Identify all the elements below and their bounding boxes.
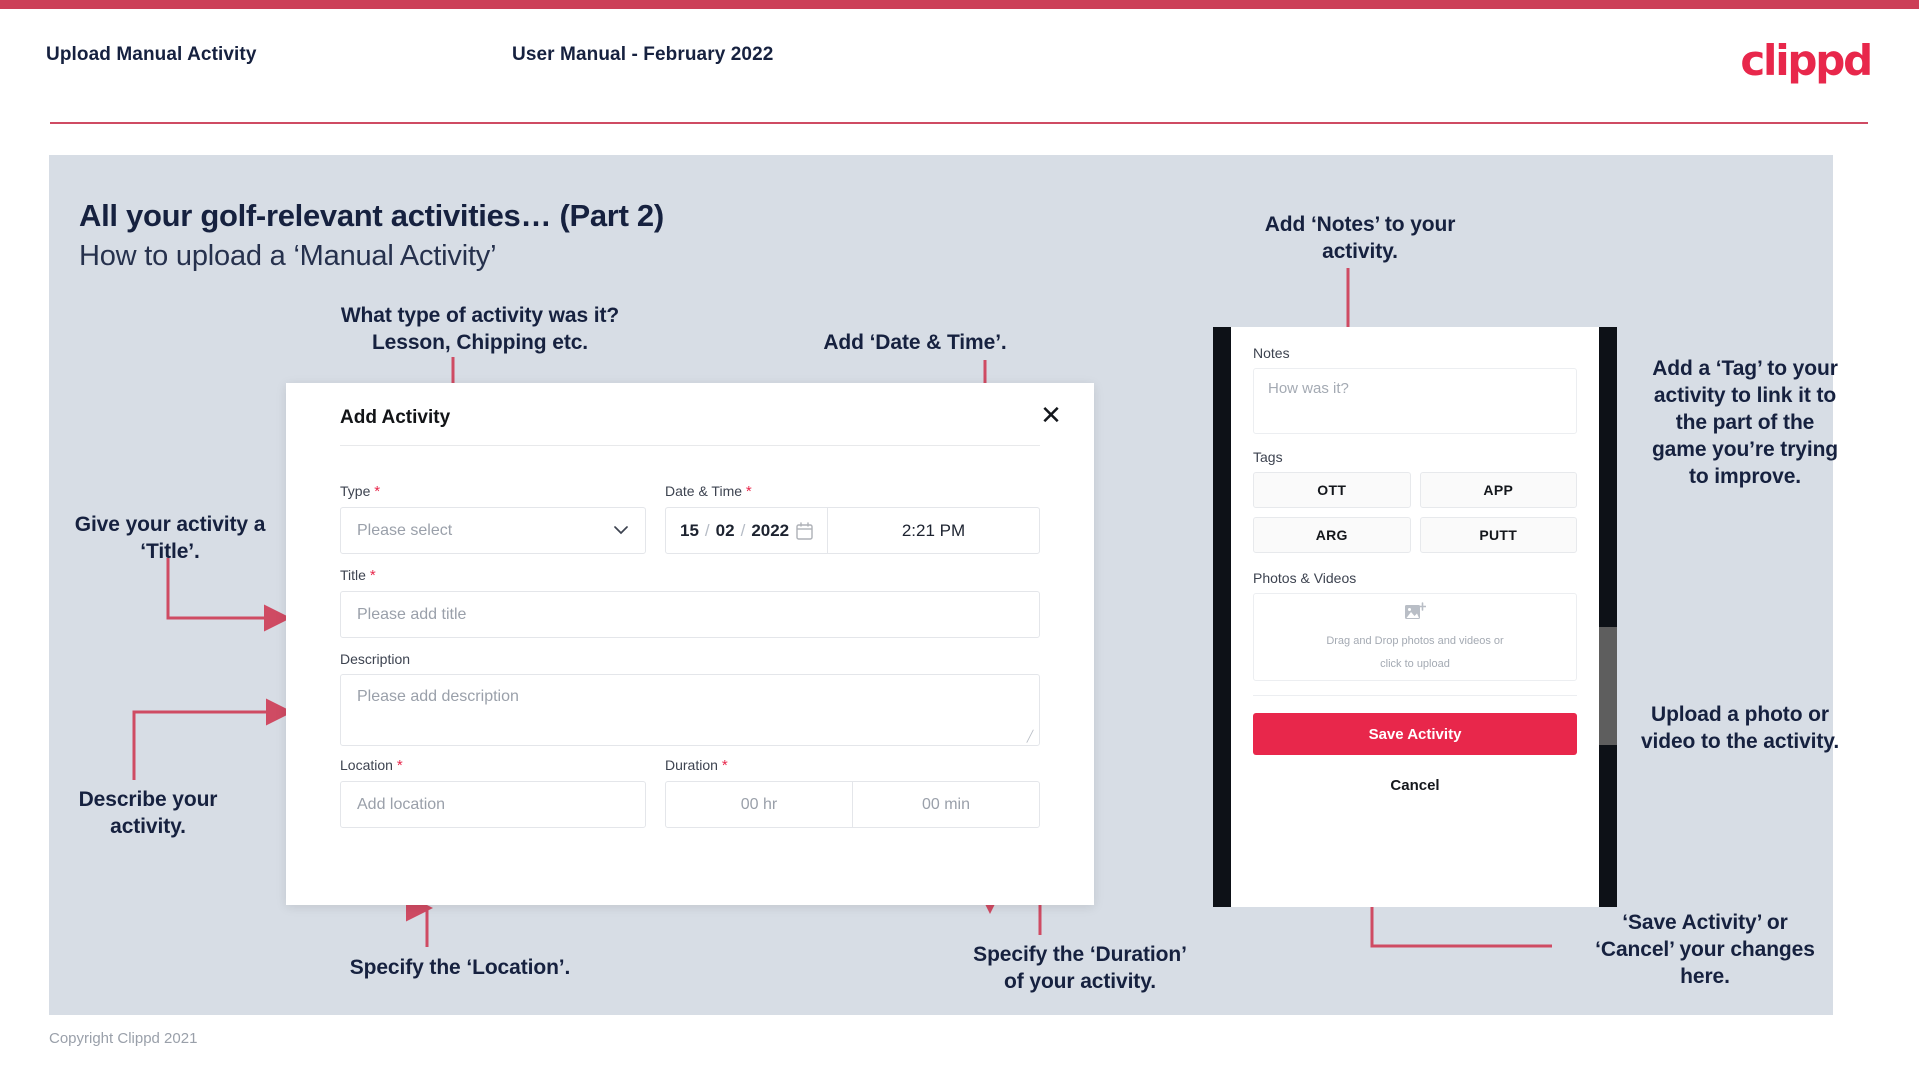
calendar-icon[interactable]	[796, 521, 813, 540]
phone-left-bezel	[1213, 327, 1231, 907]
dialog-title: Add Activity	[340, 407, 451, 428]
type-select[interactable]: Please select	[340, 507, 646, 554]
duration-minutes-input[interactable]: 00 min	[853, 782, 1039, 827]
duration-hours-input[interactable]: 00 hr	[666, 782, 853, 827]
annotation-duration: Specify the ‘Duration’ of your activity.	[973, 943, 1187, 993]
field-datetime: Date & Time * 15 / 02 / 2022 2:21 PM	[665, 483, 1040, 554]
annotation-tags: Add a ‘Tag’ to your activity to link it …	[1651, 357, 1839, 488]
required-marker: *	[721, 757, 728, 774]
required-marker: *	[396, 757, 403, 774]
clippd-logo: clippd	[1740, 36, 1873, 85]
annotation-notes: Add ‘Notes’ to your activity.	[1264, 213, 1456, 263]
phone-right-bezel	[1599, 327, 1617, 907]
slide-page: Upload Manual Activity User Manual - Feb…	[0, 0, 1919, 1079]
field-type-label: Type *	[340, 483, 381, 500]
dialog-header-divider	[340, 445, 1040, 446]
annotation-type: What type of activity was it? Lesson, Ch…	[340, 304, 620, 354]
save-activity-button[interactable]: Save Activity	[1253, 713, 1577, 755]
field-datetime-label: Date & Time *	[665, 483, 752, 500]
type-select-value: Please select	[357, 521, 453, 539]
field-location-label: Location *	[340, 757, 403, 774]
phone-volume-button	[1599, 627, 1617, 745]
page-title: All your golf-relevant activities… (Part…	[79, 198, 664, 233]
close-icon[interactable]: ✕	[1034, 399, 1068, 433]
datetime-group: 15 / 02 / 2022 2:21 PM	[665, 507, 1040, 554]
duration-group: 00 hr 00 min	[665, 781, 1040, 828]
header-left-title: Upload Manual Activity	[46, 44, 257, 65]
field-location: Location * Add location	[340, 757, 646, 828]
photos-videos-label: Photos & Videos	[1253, 570, 1357, 586]
tag-ott-button[interactable]: OTT	[1253, 472, 1411, 508]
date-month: 02	[715, 520, 735, 540]
dropzone-text-line1: Drag and Drop photos and videos or	[1326, 634, 1504, 647]
field-description-label: Description	[340, 651, 411, 667]
annotation-description: Describe your activity.	[78, 788, 218, 838]
annotation-location: Specify the ‘Location’.	[349, 956, 571, 979]
photo-upload-dropzone[interactable]: Drag and Drop photos and videos or click…	[1253, 593, 1577, 681]
annotation-title-field: Give your activity a ‘Title’.	[74, 513, 266, 563]
field-title: Title * Please add title	[340, 567, 1040, 638]
add-image-icon	[1404, 601, 1427, 627]
add-activity-dialog: Add Activity ✕ Type * Please select Date…	[286, 383, 1094, 905]
resize-handle-icon[interactable]: ╱	[1024, 731, 1036, 743]
phone-screen: Notes How was it? Tags OTT APP ARG PUTT …	[1231, 327, 1599, 907]
dialog-header: Add Activity ✕	[286, 383, 1094, 445]
field-title-label: Title *	[340, 567, 376, 584]
required-marker: *	[745, 483, 752, 500]
header-center-title: User Manual - February 2022	[512, 44, 774, 65]
tags-grid: OTT APP ARG PUTT	[1253, 472, 1577, 553]
notes-label: Notes	[1253, 345, 1290, 361]
phone-mockup: Notes How was it? Tags OTT APP ARG PUTT …	[1213, 327, 1617, 907]
required-marker: *	[374, 483, 381, 500]
field-description: Description Please add description ╱	[340, 651, 1040, 746]
tag-putt-button[interactable]: PUTT	[1419, 517, 1577, 553]
time-input[interactable]: 2:21 PM	[828, 508, 1039, 553]
annotation-photos: Upload a photo or video to the activity.	[1640, 703, 1840, 753]
field-duration-label: Duration *	[665, 757, 728, 774]
footer-copyright: Copyright Clippd 2021	[49, 1030, 198, 1047]
description-placeholder: Please add description	[357, 688, 519, 705]
top-accent-bar	[0, 0, 1919, 9]
tag-arg-button[interactable]: ARG	[1253, 517, 1411, 553]
location-input[interactable]: Add location	[340, 781, 646, 828]
required-marker: *	[369, 567, 376, 584]
page-subtitle: How to upload a ‘Manual Activity’	[79, 240, 497, 272]
tag-app-button[interactable]: APP	[1419, 472, 1577, 508]
annotation-datetime: Add ‘Date & Time’.	[823, 331, 1007, 354]
field-type: Type * Please select	[340, 483, 646, 554]
header-divider	[50, 122, 1868, 124]
tags-label: Tags	[1253, 449, 1283, 465]
dropzone-text-line2: click to upload	[1380, 657, 1450, 670]
date-day: 15	[680, 520, 699, 540]
title-input[interactable]: Please add title	[340, 591, 1040, 638]
chevron-down-icon	[613, 523, 629, 539]
description-textarea[interactable]: Please add description ╱	[340, 674, 1040, 746]
phone-divider	[1253, 695, 1577, 696]
cancel-button[interactable]: Cancel	[1253, 777, 1577, 794]
notes-textarea[interactable]: How was it?	[1253, 368, 1577, 434]
date-sep-1: /	[704, 520, 710, 540]
date-input[interactable]: 15 / 02 / 2022	[666, 508, 828, 553]
annotation-save-cancel: ‘Save Activity’ or ‘Cancel’ your changes…	[1595, 911, 1815, 988]
field-duration: Duration * 00 hr 00 min	[665, 757, 1040, 828]
date-year: 2022	[751, 520, 790, 540]
date-sep-2: /	[740, 520, 746, 540]
